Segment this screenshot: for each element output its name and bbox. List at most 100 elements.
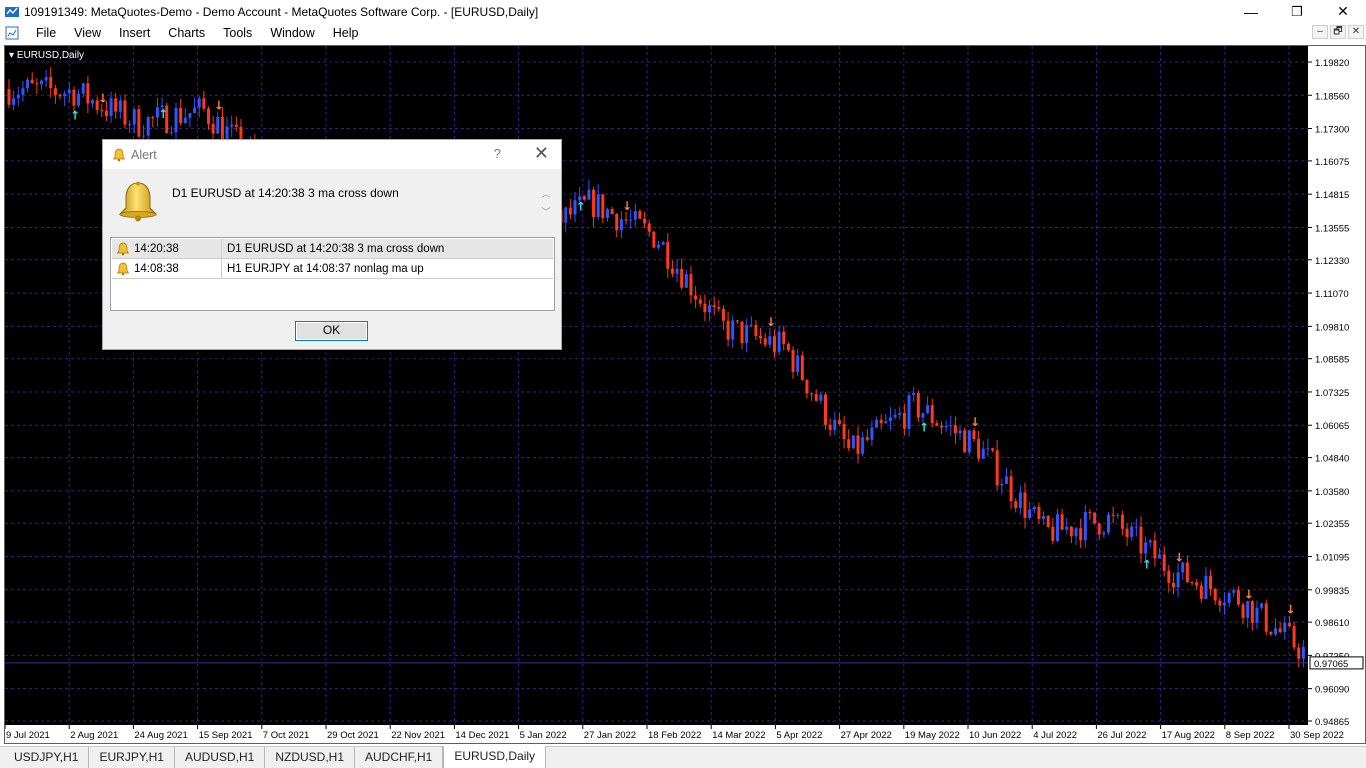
candle-body xyxy=(1069,526,1073,537)
candle-body xyxy=(884,421,888,424)
candle-body xyxy=(1088,511,1092,513)
tab-eurjpy-h1[interactable]: EURJPY,H1 xyxy=(89,747,175,768)
alert-row-time: 14:20:38 xyxy=(134,242,179,255)
candle-body xyxy=(137,109,141,137)
candle-body xyxy=(907,395,911,429)
candle-body xyxy=(1000,483,1004,486)
alert-row[interactable]: 14:20:38 D1 EURUSD at 14:20:38 3 ma cros… xyxy=(112,238,553,259)
mdi-minimize-button[interactable]: – xyxy=(1312,25,1328,39)
candle-body xyxy=(629,219,633,221)
candle-body xyxy=(1158,554,1162,559)
candle-body xyxy=(800,355,804,380)
price-label: 1.04840 xyxy=(1315,454,1349,465)
alert-title-bar[interactable]: Alert xyxy=(103,140,561,169)
candle-body xyxy=(44,77,48,81)
minimize-button[interactable]: — xyxy=(1228,0,1274,23)
price-label: 0.99835 xyxy=(1315,586,1349,597)
candle-body xyxy=(851,435,855,449)
scroll-up-icon[interactable]: ︿ xyxy=(540,185,552,203)
candle-body xyxy=(619,219,623,231)
candle-body xyxy=(963,430,967,453)
candle-body xyxy=(1028,509,1032,519)
alert-row-text: D1 EURUSD at 14:20:38 3 ma cross down xyxy=(227,242,445,255)
candle-body xyxy=(1083,511,1087,541)
candle-body xyxy=(169,132,173,134)
chart-symbol-label[interactable]: ▾ EURUSD,Daily xyxy=(9,50,84,61)
close-button[interactable]: ✕ xyxy=(1320,0,1366,23)
candle-body xyxy=(921,413,925,418)
buy-arrow-icon: ↑ xyxy=(1142,557,1152,571)
candle-body xyxy=(596,194,600,218)
alert-row[interactable]: 14:08:38 H1 EURJPY at 14:08:37 nonlag ma… xyxy=(112,258,553,279)
candle-body xyxy=(1232,590,1236,593)
date-label: 24 Aug 2021 xyxy=(134,730,187,741)
menu-window[interactable]: Window xyxy=(261,26,323,40)
candle-body xyxy=(1102,532,1106,535)
price-label: 1.03580 xyxy=(1315,487,1349,498)
message-scrollbar[interactable]: ︿ ﹀ xyxy=(540,185,552,227)
date-label: 22 Nov 2021 xyxy=(391,730,445,741)
price-label: 0.96090 xyxy=(1315,685,1349,696)
large-bell-icon xyxy=(118,181,158,222)
candle-body xyxy=(926,405,930,414)
candle-body xyxy=(1292,626,1296,648)
candle-body xyxy=(902,412,906,429)
mdi-restore-button[interactable]: 🗗 xyxy=(1330,25,1346,39)
candle-body xyxy=(680,268,684,288)
date-label: 9 Jul 2021 xyxy=(6,730,50,741)
date-label: 15 Sep 2021 xyxy=(199,730,253,741)
candle-body xyxy=(833,419,837,430)
candle-body xyxy=(53,88,57,95)
candle-body xyxy=(230,124,234,127)
menu-view[interactable]: View xyxy=(65,26,110,40)
tab-nzdusd-h1[interactable]: NZDUSD,H1 xyxy=(265,747,355,768)
candle-body xyxy=(592,189,596,218)
candle-body xyxy=(615,214,619,231)
menu-tools[interactable]: Tools xyxy=(214,26,261,40)
candle-body xyxy=(109,98,113,117)
candle-body xyxy=(1144,542,1148,554)
candle-body xyxy=(12,98,16,105)
tab-audusd-h1[interactable]: AUDUSD,H1 xyxy=(174,747,266,768)
menu-help[interactable]: Help xyxy=(324,26,368,40)
candle-body xyxy=(847,439,851,449)
tab-usdjpy-h1[interactable]: USDJPY,H1 xyxy=(4,747,90,768)
alert-close-button[interactable]: ✕ xyxy=(534,143,549,164)
chart-window-icon[interactable] xyxy=(5,26,19,40)
candle-body xyxy=(666,242,670,269)
menu-insert[interactable]: Insert xyxy=(110,26,159,40)
sell-arrow-icon: ↓ xyxy=(1174,550,1184,564)
menu-charts[interactable]: Charts xyxy=(159,26,214,40)
tab-audchf-h1[interactable]: AUDCHF,H1 xyxy=(355,747,444,768)
candle-body xyxy=(1014,501,1018,509)
mdi-close-button[interactable]: ✕ xyxy=(1348,25,1364,39)
candle-body xyxy=(828,424,832,430)
candle-body xyxy=(132,109,136,125)
candle-body xyxy=(856,435,860,454)
help-button[interactable]: ? xyxy=(494,146,501,161)
candle-body xyxy=(21,88,25,95)
maximize-button[interactable]: ❐ xyxy=(1274,0,1320,23)
candle-body xyxy=(1264,603,1268,632)
candle-body xyxy=(647,223,651,232)
candle-body xyxy=(698,299,702,304)
ok-button[interactable]: OK xyxy=(295,321,368,341)
candle-body xyxy=(197,98,201,108)
candle-body xyxy=(935,423,939,426)
candle-body xyxy=(638,211,642,219)
candle-body xyxy=(805,379,809,394)
menu-file[interactable]: File xyxy=(27,26,65,40)
candle-body xyxy=(708,305,712,313)
tab-eurusd-daily[interactable]: EURUSD,Daily xyxy=(443,746,547,768)
candle-body xyxy=(721,308,725,321)
alert-history-list[interactable]: 14:20:38 D1 EURUSD at 14:20:38 3 ma cros… xyxy=(110,237,555,311)
bell-icon xyxy=(112,148,126,161)
candle-body xyxy=(694,295,698,300)
scroll-down-icon[interactable]: ﹀ xyxy=(540,203,552,221)
candle-body xyxy=(610,209,614,215)
date-label: 17 Aug 2022 xyxy=(1162,730,1215,741)
price-label: 0.94865 xyxy=(1315,717,1349,728)
candle-body xyxy=(995,450,999,486)
candle-body xyxy=(1283,623,1287,632)
candle-body xyxy=(763,338,767,345)
